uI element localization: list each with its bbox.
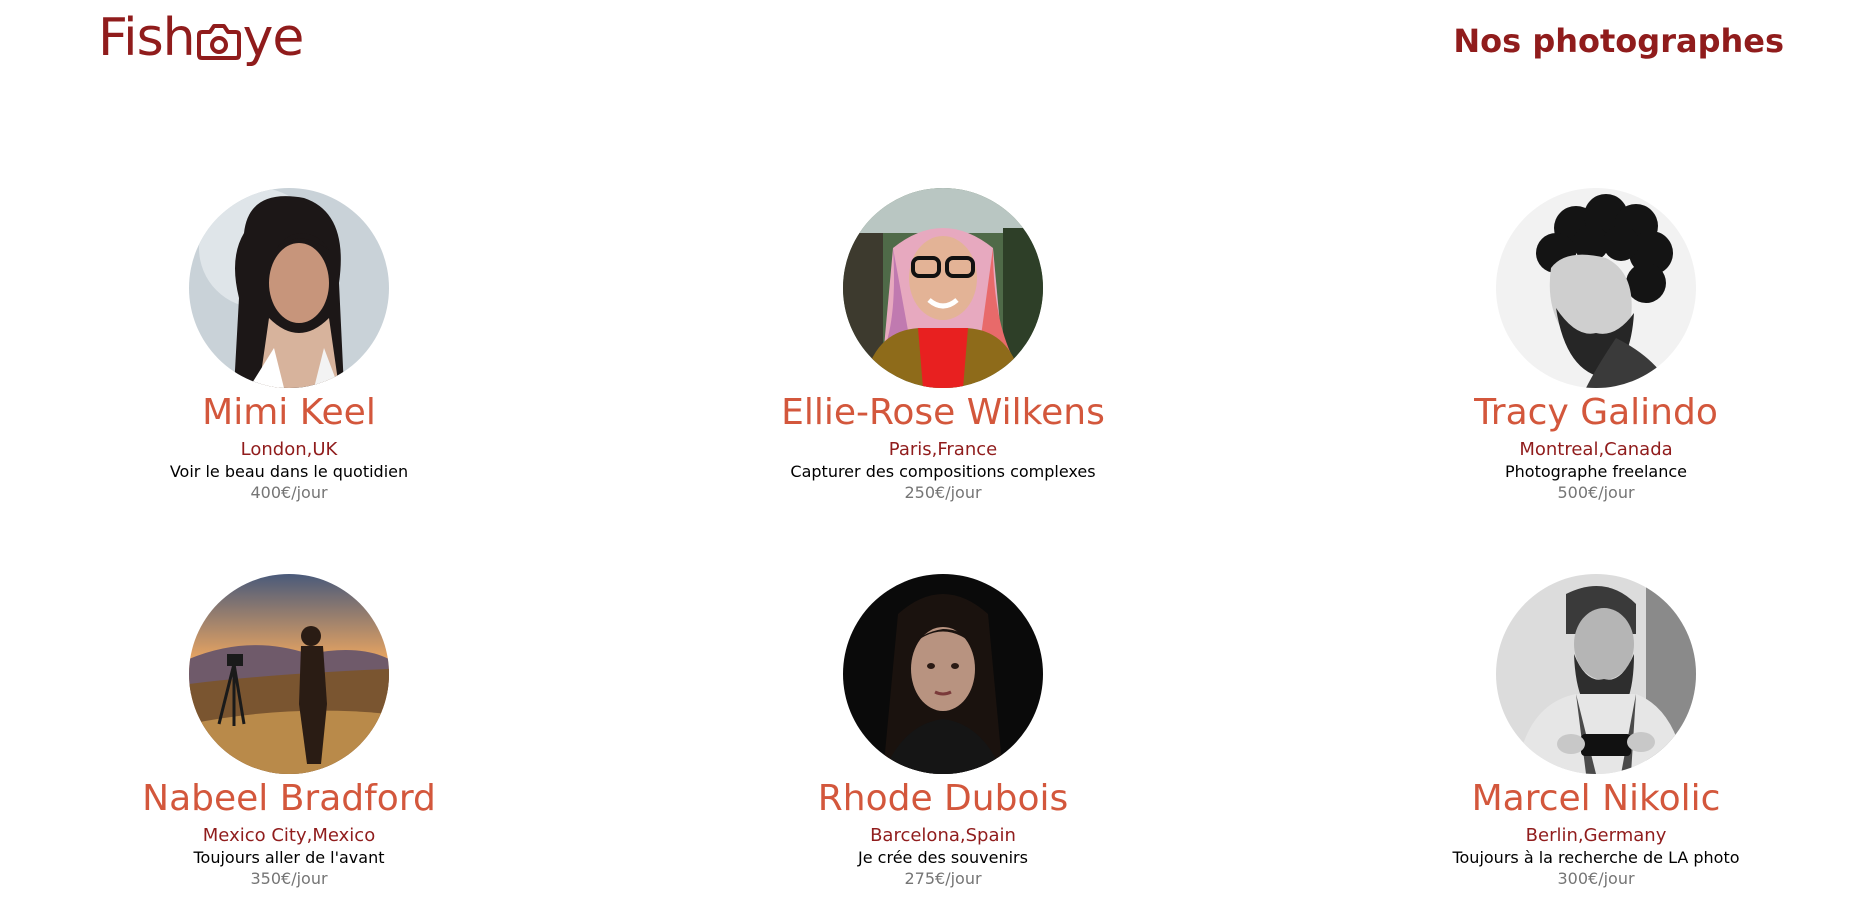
photographer-price: 250€/jour	[904, 483, 982, 502]
photographer-card: Mimi Keel London,UK Voir le beau dans le…	[69, 188, 509, 504]
photographer-card: Marcel Nikolic Berlin,Germany Toujours à…	[1376, 574, 1816, 890]
photographer-name[interactable]: Marcel Nikolic	[1472, 776, 1721, 822]
photographer-tagline: Je crée des souvenirs	[858, 848, 1028, 867]
photographer-price: 400€/jour	[250, 483, 328, 502]
photographer-price: 350€/jour	[250, 869, 328, 888]
photographer-name[interactable]: Mimi Keel	[202, 390, 376, 436]
photographer-location: Barcelona,Spain	[870, 825, 1016, 846]
portrait-image	[843, 188, 1043, 388]
photographer-tagline: Capturer des compositions complexes	[790, 462, 1096, 481]
photographer-card: Nabeel Bradford Mexico City,Mexico Toujo…	[69, 574, 509, 890]
photographer-portrait-link[interactable]	[1496, 574, 1696, 774]
photographer-price: 300€/jour	[1557, 869, 1635, 888]
photographer-card: Rhode Dubois Barcelona,Spain Je crée des…	[723, 574, 1163, 890]
photographer-tagline: Toujours à la recherche de LA photo	[1452, 848, 1740, 867]
logo-text-left: Fish	[98, 8, 196, 68]
photographer-portrait-link[interactable]	[843, 188, 1043, 388]
photographer-location: London,UK	[240, 439, 338, 460]
logo-text-right: ye	[242, 8, 305, 68]
site-header: Fish ye Nos photographes	[0, 0, 1870, 90]
photographer-location: Mexico City,Mexico	[202, 825, 376, 846]
fisheye-logo[interactable]: Fish ye	[98, 8, 305, 68]
photographer-tagline: Photographe freelance	[1505, 462, 1687, 481]
photographer-location: Berlin,Germany	[1525, 825, 1667, 846]
photographer-name[interactable]: Ellie-Rose Wilkens	[781, 390, 1105, 436]
photographer-price: 500€/jour	[1557, 483, 1635, 502]
photographer-portrait-link[interactable]	[1496, 188, 1696, 388]
photographer-portrait-link[interactable]	[843, 574, 1043, 774]
photographer-name[interactable]: Nabeel Bradford	[142, 776, 436, 822]
portrait-image	[843, 574, 1043, 774]
photographer-name[interactable]: Rhode Dubois	[818, 776, 1068, 822]
portrait-image	[189, 188, 389, 388]
photographer-card: Tracy Galindo Montreal,Canada Photograph…	[1376, 188, 1816, 504]
photographer-price: 275€/jour	[904, 869, 982, 888]
photographer-card: Ellie-Rose Wilkens Paris,France Capturer…	[723, 188, 1163, 504]
photographer-tagline: Voir le beau dans le quotidien	[169, 462, 409, 481]
photographer-location: Paris,France	[888, 439, 998, 460]
photographer-name[interactable]: Tracy Galindo	[1474, 390, 1718, 436]
photographer-portrait-link[interactable]	[189, 574, 389, 774]
portrait-image	[189, 574, 389, 774]
photographer-tagline: Toujours aller de l'avant	[193, 848, 385, 867]
portrait-image	[1496, 188, 1696, 388]
photographer-portrait-link[interactable]	[189, 188, 389, 388]
photographer-location: Montreal,Canada	[1519, 439, 1673, 460]
camera-icon	[196, 17, 242, 63]
page-title: Nos photographes	[1453, 22, 1784, 60]
portrait-image	[1496, 574, 1696, 774]
